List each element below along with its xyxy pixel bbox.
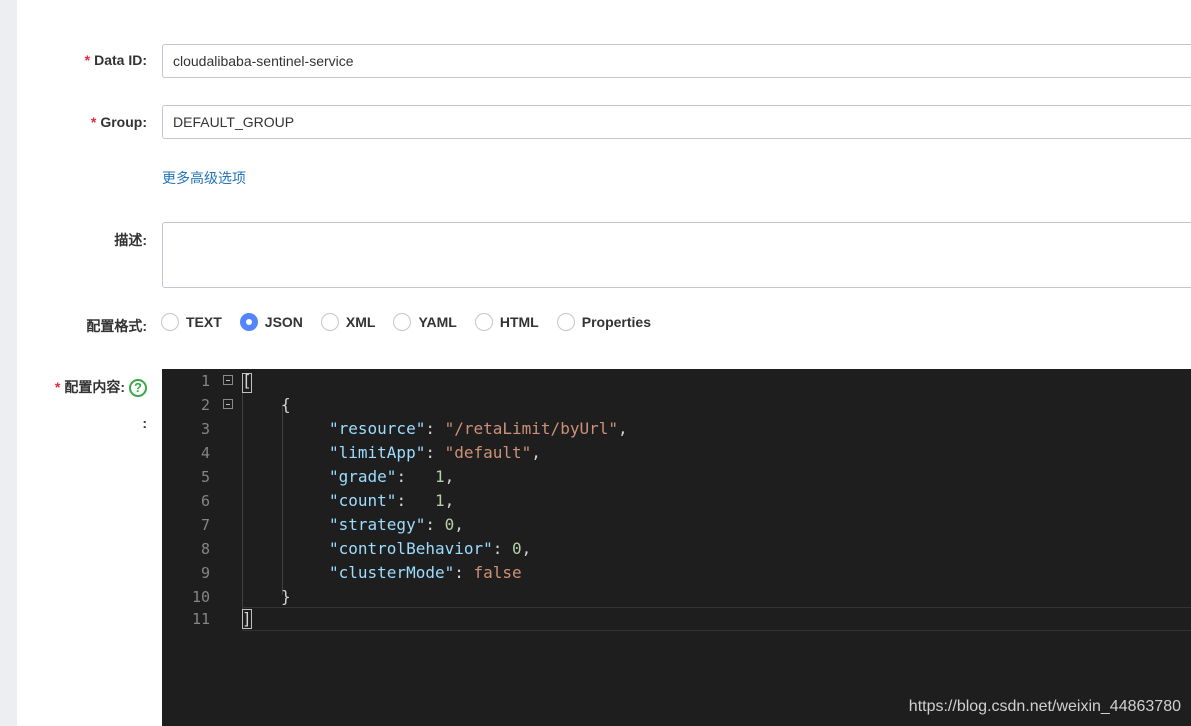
format-radio-text[interactable]: TEXT bbox=[161, 313, 222, 331]
line-number: 4 bbox=[200, 444, 210, 462]
code-line: 4 "limitApp": "default", bbox=[162, 441, 1191, 465]
line-number: 10 bbox=[191, 588, 210, 606]
format-radio-yaml[interactable]: YAML bbox=[393, 313, 457, 331]
line-number: 2 bbox=[200, 396, 210, 414]
required-mark: * bbox=[84, 52, 91, 68]
required-mark: * bbox=[90, 114, 97, 130]
advanced-options-link[interactable]: 更多高级选项 bbox=[162, 168, 246, 188]
group-input[interactable] bbox=[162, 105, 1191, 139]
line-number: 9 bbox=[200, 564, 210, 582]
radio-circle-icon bbox=[393, 313, 412, 331]
data-id-input[interactable] bbox=[162, 44, 1191, 78]
fold-toggle-icon[interactable] bbox=[223, 375, 233, 385]
code-line: 6 "count": 1, bbox=[162, 489, 1191, 513]
line-number: 3 bbox=[200, 420, 210, 438]
format-radio-properties[interactable]: Properties bbox=[556, 313, 651, 331]
line-number: 11 bbox=[191, 610, 210, 628]
format-radio-group: TEXT JSON XML YAML HTML Properties bbox=[161, 313, 669, 331]
bracket-match-highlight bbox=[242, 609, 252, 629]
code-line: 3 "resource": "/retaLimit/byUrl", bbox=[162, 417, 1191, 441]
data-id-label: * Data ID: bbox=[84, 52, 147, 68]
line-number: 8 bbox=[200, 540, 210, 558]
radio-circle-icon bbox=[474, 313, 493, 331]
watermark: https://blog.csdn.net/weixin_44863780 bbox=[908, 698, 1181, 715]
format-radio-xml[interactable]: XML bbox=[320, 313, 375, 331]
left-sidebar-edge bbox=[0, 0, 17, 726]
radio-circle-icon bbox=[320, 313, 339, 331]
code-line: 2 { bbox=[162, 393, 1191, 417]
code-editor[interactable]: 1 [ 2 { 3 "resource": "/retaLimit/byUrl"… bbox=[162, 369, 1191, 726]
fold-toggle-icon[interactable] bbox=[223, 399, 233, 409]
line-number: 1 bbox=[200, 372, 210, 390]
code-line: 8 "controlBehavior": 0, bbox=[162, 537, 1191, 561]
group-label: * Group: bbox=[90, 114, 147, 130]
format-radio-html[interactable]: HTML bbox=[474, 313, 539, 331]
description-label: 描述: bbox=[114, 232, 147, 248]
format-radio-json[interactable]: JSON bbox=[239, 313, 303, 331]
line-number: 6 bbox=[200, 492, 210, 510]
required-mark: * bbox=[54, 379, 61, 395]
code-line: 9 "clusterMode": false bbox=[162, 561, 1191, 585]
radio-circle-icon bbox=[556, 313, 575, 331]
code-line: 7 "strategy": 0, bbox=[162, 513, 1191, 537]
line-number: 7 bbox=[200, 516, 210, 534]
code-line: 11 ] bbox=[162, 607, 1191, 631]
radio-checked-icon bbox=[239, 313, 258, 331]
question-circle-icon[interactable]: ? bbox=[129, 379, 147, 398]
content-label: * 配置内容:? bbox=[54, 377, 147, 398]
description-textarea[interactable] bbox=[162, 222, 1191, 288]
radio-circle-icon bbox=[161, 313, 179, 331]
code-line: 5 "grade": 1, bbox=[162, 465, 1191, 489]
code-line: 10 } bbox=[162, 585, 1191, 609]
line-number: 5 bbox=[200, 468, 210, 486]
bracket-match-highlight bbox=[242, 373, 252, 393]
content-label-colon: : bbox=[142, 415, 147, 431]
format-label: 配置格式: bbox=[86, 318, 147, 334]
code-line: 1 [ bbox=[162, 369, 1191, 393]
